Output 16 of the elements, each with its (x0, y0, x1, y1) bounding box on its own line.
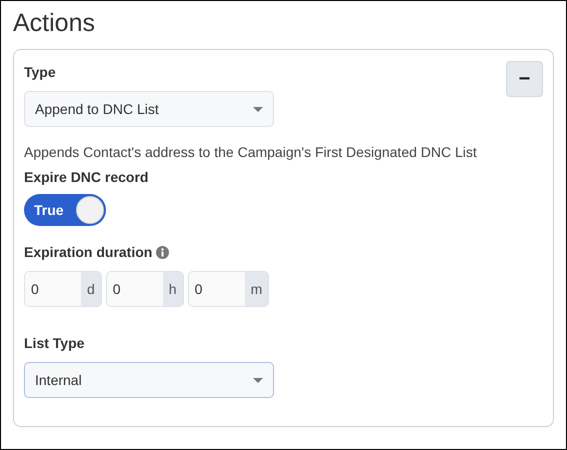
page-title: Actions (13, 8, 96, 39)
list-type-select[interactable]: Internal (24, 362, 274, 398)
caret-icon (253, 106, 263, 112)
description-text: Appends Contact's address to the Campaign's First Designated DNC List (24, 143, 478, 162)
field-label: Expiration duration (24, 243, 152, 262)
remove-button[interactable]: − (506, 61, 543, 97)
duration-field[interactable]: 0 h (106, 271, 184, 307)
duration-field[interactable]: 0 d (24, 271, 102, 307)
field-label: Type (24, 63, 56, 82)
type-select[interactable]: Append to DNC List (24, 91, 274, 127)
caret-icon (253, 378, 263, 382)
duration-field[interactable]: 0 m (188, 271, 270, 307)
info-icon (156, 246, 170, 259)
toggle-switch[interactable]: True (24, 194, 106, 226)
field-label: Expire DNC record (24, 168, 148, 187)
field-label: List Type (24, 334, 84, 353)
